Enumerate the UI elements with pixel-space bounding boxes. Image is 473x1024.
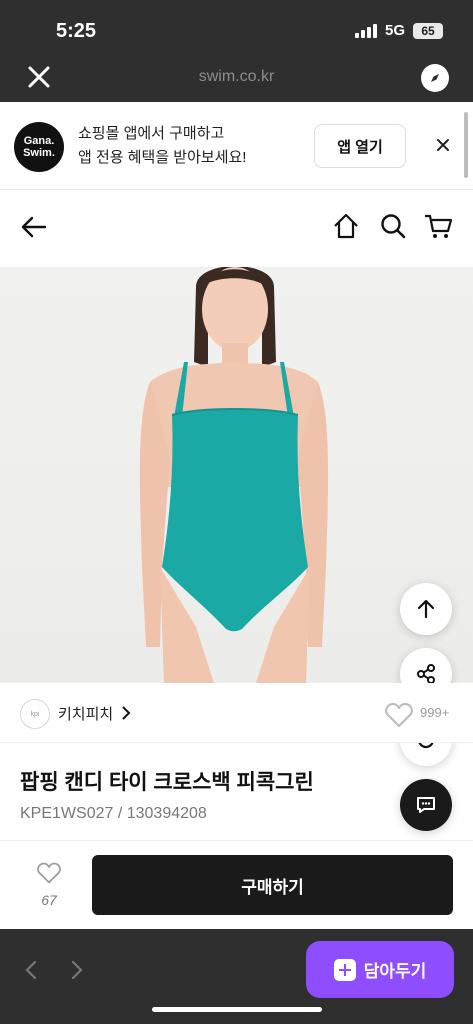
product-code: KPE1WS027 / 130394208 [20,805,207,822]
chat-icon [417,797,435,813]
search-icon[interactable] [379,212,407,240]
browser-url[interactable]: swim.co.kr [0,68,473,86]
wishlist-button[interactable]: 67 [24,861,74,908]
share-icon [417,664,435,684]
app-install-banner: Gana. Swim. 쇼핑몰 앱에서 구매하고 앱 전용 혜택을 받아보세요!… [0,102,473,190]
arrow-left-icon[interactable] [20,214,48,240]
purchase-bar: 67 구매하기 [0,841,473,929]
product-title: 팝핑 캔디 타이 크로스백 피콕그린 [20,771,314,794]
cart-icon[interactable] [423,212,453,240]
banner-message: 쇼핑몰 앱에서 구매하고 앱 전용 혜택을 받아보세요! [78,122,246,170]
scrollbar[interactable] [464,112,468,178]
logo-line1: Gana. [23,135,55,147]
network-type: 5G [384,22,405,39]
chevron-left-icon[interactable] [22,959,40,981]
compass-icon[interactable] [421,64,449,92]
logo-line2: Swim. [23,147,55,159]
open-app-button[interactable]: 앱 열기 [314,124,406,168]
signal-icon [354,23,377,38]
status-bar: 5:25 5G 65 [0,0,473,56]
heart-icon[interactable] [384,701,414,729]
buy-button[interactable]: 구매하기 [92,855,453,915]
heart-icon [37,862,61,884]
banner-line2: 앱 전용 혜택을 받아보세요! [78,149,247,166]
arrow-up-icon [417,599,435,619]
brand-name[interactable]: 키치피치 [58,703,113,724]
brand-like-count: 999+ [420,705,450,720]
chevron-right-icon [122,706,131,720]
browser-bottom-bar: 담아두기 [0,929,473,1024]
wish-count: 67 [41,892,57,908]
home-icon[interactable] [332,212,360,240]
save-label: 담아두기 [363,962,427,981]
plus-icon [333,958,356,981]
chat-button[interactable] [400,779,452,831]
status-time: 5:25 [56,20,97,42]
chevron-right-icon[interactable] [68,959,86,981]
browser-toolbar: swim.co.kr [0,56,473,102]
scroll-top-button[interactable] [400,583,452,635]
banner-line1: 쇼핑몰 앱에서 구매하고 [78,125,225,142]
status-indicators: 5G 65 [354,22,443,39]
gana-swim-logo: Gana. Swim. [14,122,64,172]
close-icon[interactable] [434,136,452,154]
brand-row[interactable]: kpi 키치피치 999+ [0,683,473,743]
brand-logo: kpi [20,699,50,729]
save-button[interactable]: 담아두기 [306,941,454,998]
battery-icon: 65 [413,22,443,39]
shop-header [0,190,473,267]
home-indicator[interactable] [152,1007,322,1012]
